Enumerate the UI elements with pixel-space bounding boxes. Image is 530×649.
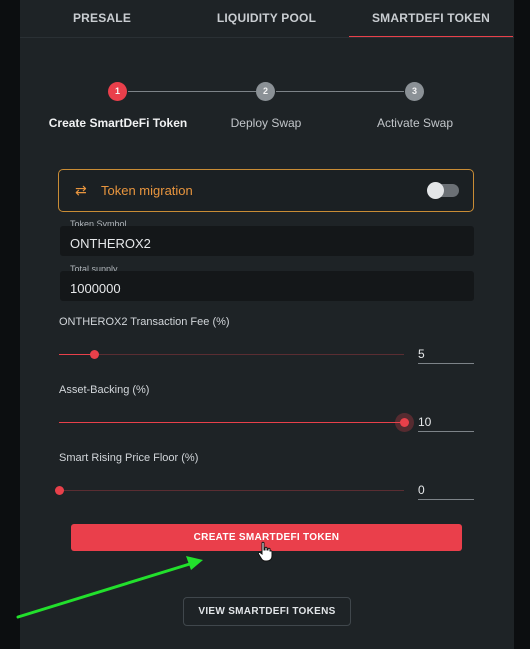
step-connector <box>276 91 404 92</box>
step-2-label: Deploy Swap <box>230 116 302 130</box>
token-migration-label: Token migration <box>101 183 193 198</box>
token-migration-row: ⇄ Token migration <box>58 169 474 212</box>
total-supply-input[interactable] <box>70 279 460 297</box>
price-floor-label: Smart Rising Price Floor (%) <box>59 452 199 464</box>
step-1-indicator: 1 <box>108 82 127 101</box>
price-floor-slider[interactable] <box>55 486 404 495</box>
smartdefi-panel: PRESALE LIQUIDITY POOL SMARTDEFI TOKEN 1… <box>20 0 514 649</box>
token-symbol-input[interactable] <box>70 234 460 252</box>
swap-arrows-icon: ⇄ <box>75 182 87 198</box>
slider-thumb[interactable] <box>400 418 409 427</box>
slider-thumb[interactable] <box>55 486 64 495</box>
slider-fill <box>59 422 404 423</box>
transaction-fee-label: ONTHEROX2 Transaction Fee (%) <box>59 316 230 328</box>
tab-liquidity-pool[interactable]: LIQUIDITY POOL <box>184 0 349 38</box>
step-1-label: Create SmartDeFi Token <box>48 116 188 130</box>
step-2-indicator: 2 <box>256 82 275 101</box>
step-3-indicator: 3 <box>405 82 424 101</box>
token-migration-toggle[interactable] <box>427 182 459 199</box>
step-connector <box>128 91 256 92</box>
step-3-label: Activate Swap <box>376 116 454 130</box>
slider-thumb[interactable] <box>90 350 99 359</box>
price-floor-value[interactable]: 0 <box>418 480 474 500</box>
asset-backing-value[interactable]: 10 <box>418 412 474 432</box>
tab-bar: PRESALE LIQUIDITY POOL SMARTDEFI TOKEN <box>20 0 514 38</box>
tab-divider <box>20 37 514 38</box>
transaction-fee-slider[interactable] <box>59 350 404 359</box>
asset-backing-slider[interactable] <box>59 418 409 427</box>
transaction-fee-value[interactable]: 5 <box>418 344 474 364</box>
total-supply-field-box <box>60 271 474 301</box>
tab-presale[interactable]: PRESALE <box>20 0 184 38</box>
asset-backing-label: Asset-Backing (%) <box>59 384 150 396</box>
toggle-knob <box>427 182 444 199</box>
token-symbol-field-box <box>60 226 474 256</box>
tab-smartdefi-token[interactable]: SMARTDEFI TOKEN <box>349 0 513 38</box>
view-smartdefi-tokens-button[interactable]: VIEW SMARTDEFI TOKENS <box>183 597 351 626</box>
hand-cursor-icon <box>257 541 273 562</box>
slider-fill <box>59 354 94 355</box>
